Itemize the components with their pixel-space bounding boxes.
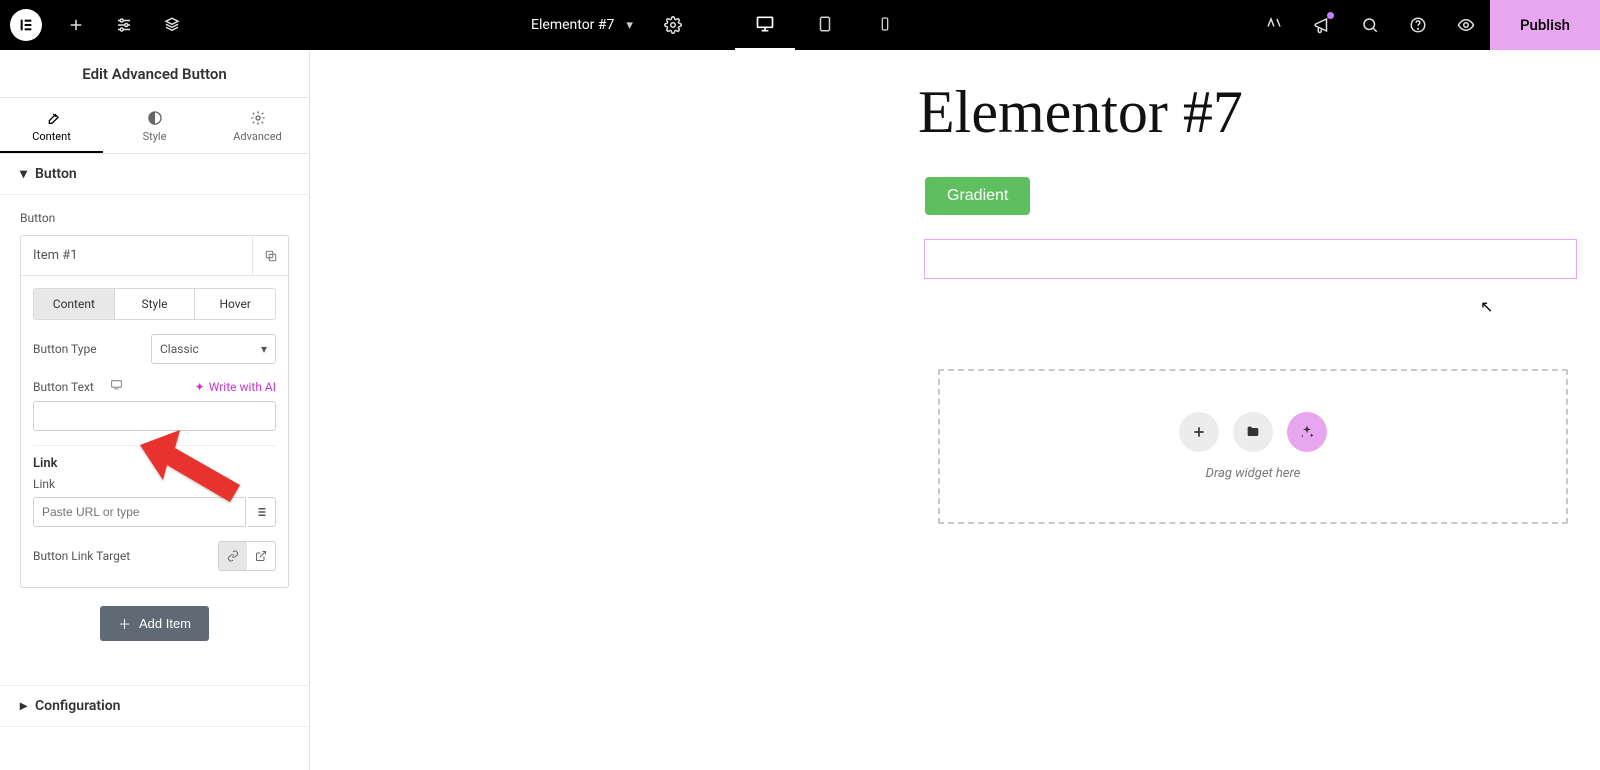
document-title[interactable]: Elementor #7 [531,17,614,33]
link-target-new[interactable] [247,542,275,570]
gradient-button[interactable]: Gradient [925,177,1030,215]
button-text-label: Button Text [33,380,104,394]
responsive-icon[interactable] [110,378,123,395]
divider [33,445,276,446]
button-type-label: Button Type [33,342,151,356]
write-ai-label: Write with AI [209,380,276,394]
section-configuration[interactable]: ▸ Configuration [0,685,309,727]
publish-button[interactable]: Publish [1490,0,1600,50]
button-text-input[interactable] [33,401,276,431]
selected-widget-outline[interactable] [924,239,1577,279]
caret-right-icon: ▸ [20,698,27,714]
sparkle-icon: ✦ [195,380,205,394]
caret-down-icon: ▾ [20,166,27,182]
settings-sliders-icon[interactable] [100,0,148,50]
device-mobile[interactable] [855,0,915,50]
link-target-same[interactable] [219,542,247,570]
tab-style-label: Style [143,130,167,143]
link-target-toggle [218,541,276,571]
gear-icon[interactable] [649,0,697,50]
drop-text: Drag widget here [1206,466,1301,481]
top-bar: Elementor #7 ▾ Publish [0,0,1600,50]
button-label: Button [20,211,289,225]
help-icon[interactable] [1394,0,1442,50]
tab-advanced[interactable]: Advanced [206,98,309,153]
tab-content-label: Content [32,130,71,143]
editor-sidebar: Edit Advanced Button Content Style Advan… [0,50,310,770]
device-tablet[interactable] [795,0,855,50]
tab-style[interactable]: Style [103,98,206,153]
template-library-button[interactable] [1233,412,1273,452]
preview-icon[interactable] [1442,0,1490,50]
add-item-label: Add Item [139,616,191,631]
repeater-item: Item #1 Content Style Hover Button Type … [20,235,289,588]
search-icon[interactable] [1346,0,1394,50]
link-target-label: Button Link Target [33,549,218,563]
structure-icon[interactable] [148,0,196,50]
duplicate-icon[interactable] [252,237,288,275]
dynamic-tags-icon[interactable] [248,497,276,527]
button-type-value: Classic [160,342,199,356]
chevron-down-icon: ▾ [261,342,267,356]
subtab-content[interactable]: Content [34,289,115,319]
plus-icon: ＋ [118,614,131,633]
panel-tabs: Content Style Advanced [0,98,309,154]
item-subtabs: Content Style Hover [33,288,276,320]
preview-canvas: Elementor #7 Gradient Drag widget here [310,50,1600,770]
item-title[interactable]: Item #1 [33,248,78,263]
add-icon[interactable] [52,0,100,50]
elementor-logo[interactable] [10,9,42,41]
subtab-style[interactable]: Style [115,289,196,319]
drop-zone[interactable]: Drag widget here [938,369,1568,524]
section-button-label: Button [35,166,77,182]
button-type-select[interactable]: Classic ▾ [151,334,276,364]
add-item-button[interactable]: ＋ Add Item [100,606,209,641]
chevron-down-icon[interactable]: ▾ [626,18,633,33]
section-button[interactable]: ▾ Button [0,154,309,195]
ai-button[interactable] [1287,412,1327,452]
tab-content[interactable]: Content [0,98,103,153]
device-desktop[interactable] [735,0,795,50]
whats-new-icon[interactable] [1250,0,1298,50]
add-widget-button[interactable] [1179,412,1219,452]
link-input[interactable] [33,497,246,527]
write-with-ai[interactable]: ✦ Write with AI [195,380,276,394]
announcement-icon[interactable] [1298,0,1346,50]
page-title: Elementor #7 [918,78,1600,147]
link-label: Link [33,477,276,491]
panel-title: Edit Advanced Button [0,50,309,98]
section-configuration-label: Configuration [35,698,120,714]
link-section-header: Link [33,456,276,471]
tab-advanced-label: Advanced [233,130,281,143]
subtab-hover[interactable]: Hover [195,289,275,319]
